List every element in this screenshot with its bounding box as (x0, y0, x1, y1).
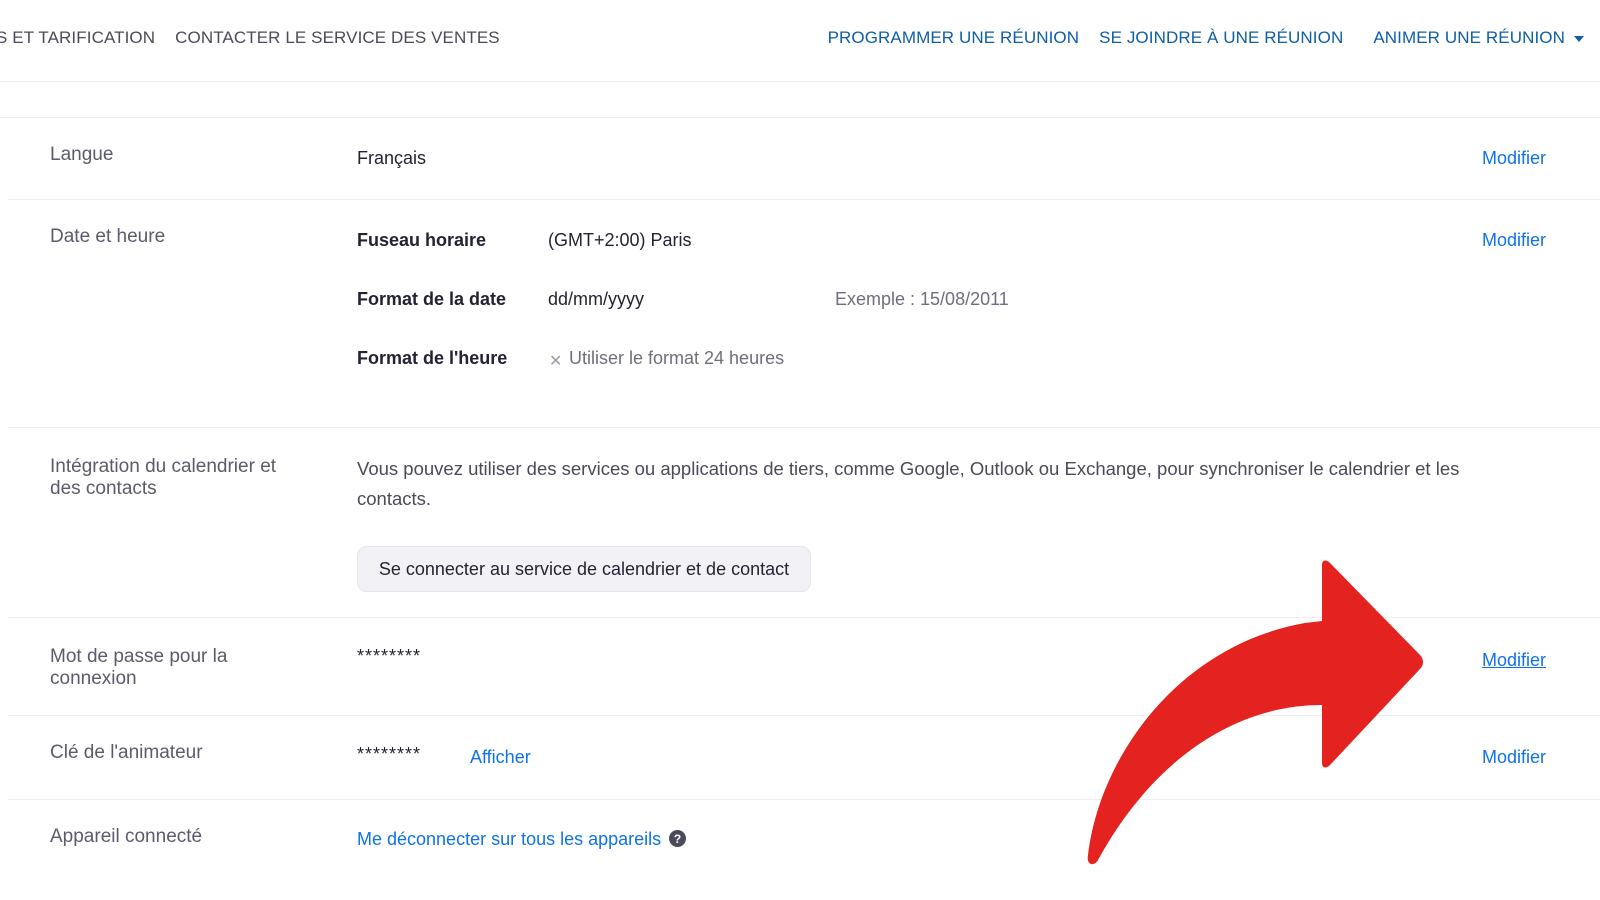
nav-schedule-meeting[interactable]: PROGRAMMER UNE RÉUNION (828, 28, 1080, 48)
datetime-modify-link[interactable]: Modifier (1482, 230, 1546, 251)
nav-contact-sales[interactable]: CONTACTER LE SERVICE DES VENTES (175, 28, 500, 48)
host-key-value: ******** (357, 744, 422, 764)
language-value: Français (357, 148, 427, 168)
date-format-example: Exemple : 15/08/2011 (835, 289, 1009, 309)
sign-out-all-devices-link[interactable]: Me déconnecter sur tous les appareils (357, 829, 661, 850)
password-row: Mot de passe pour la connexion ******** … (8, 618, 1600, 716)
connect-calendar-button[interactable]: Se connecter au service de calendrier et… (357, 546, 811, 592)
datetime-row: Date et heure Fuseau horaire (GMT+2:00) … (8, 200, 1600, 428)
device-row: Appareil connecté Me déconnecter sur tou… (8, 800, 1600, 900)
password-modify-link[interactable]: Modifier (1482, 650, 1546, 671)
date-format-label: Format de la date (357, 289, 507, 309)
show-host-key-link[interactable]: Afficher (470, 747, 531, 768)
nav-join-meeting[interactable]: SE JOINDRE À UNE RÉUNION (1099, 28, 1343, 48)
host-key-row: Clé de l'animateur ******** Afficher Mod… (8, 716, 1600, 800)
calendar-row: Intégration du calendrier et des contact… (8, 428, 1600, 618)
host-key-modify-link[interactable]: Modifier (1482, 747, 1546, 768)
question-circle-icon[interactable]: ? (669, 830, 686, 847)
calendar-description: Vous pouvez utiliser des services ou app… (357, 458, 1460, 509)
nav-host-meeting[interactable]: ANIMER UNE RÉUNION (1373, 28, 1584, 48)
divider (0, 82, 1600, 118)
calendar-label: Intégration du calendrier et des contact… (50, 456, 277, 499)
x-icon: ✕ (549, 353, 563, 370)
date-format-value: dd/mm/yyyy (548, 289, 645, 309)
profile-settings-page: S ET TARIFICATION CONTACTER LE SERVICE D… (0, 0, 1600, 900)
nav-host-meeting-label: ANIMER UNE RÉUNION (1373, 28, 1565, 47)
language-label: Langue (50, 144, 114, 165)
top-navigation: S ET TARIFICATION CONTACTER LE SERVICE D… (0, 0, 1600, 82)
password-value: ******** (357, 646, 422, 666)
time-format-label: Format de l'heure (357, 348, 508, 368)
timezone-label: Fuseau horaire (357, 230, 487, 250)
language-modify-link[interactable]: Modifier (1482, 148, 1546, 169)
host-key-label: Clé de l'animateur (50, 742, 203, 763)
timezone-value: (GMT+2:00) Paris (548, 230, 692, 250)
time-format-value: Utiliser le format 24 heures (569, 348, 785, 368)
nav-plans-pricing[interactable]: S ET TARIFICATION (0, 28, 155, 48)
language-row: Langue Français Modifier (8, 118, 1600, 200)
datetime-label: Date et heure (50, 226, 166, 247)
device-label: Appareil connecté (50, 826, 203, 847)
caret-down-icon (1574, 36, 1584, 42)
password-label: Mot de passe pour la connexion (50, 646, 228, 689)
